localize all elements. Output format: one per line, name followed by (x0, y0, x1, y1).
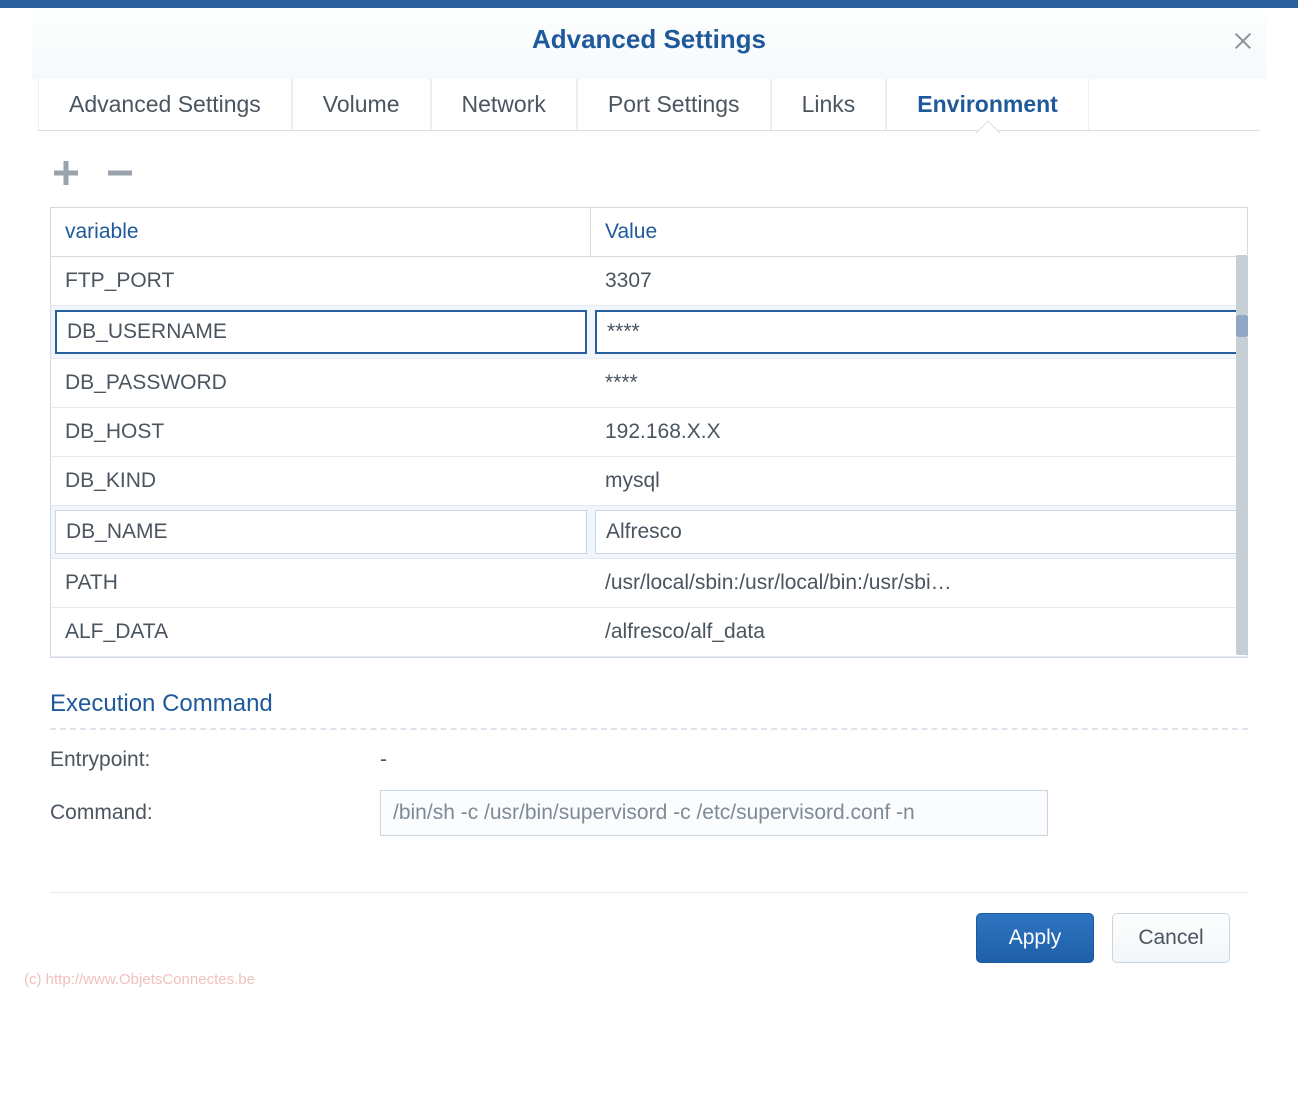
dialog-footer: Apply Cancel (32, 893, 1266, 963)
dialog-title: Advanced Settings (532, 24, 766, 54)
minus-icon (104, 157, 136, 189)
table-scrollbar[interactable] (1236, 255, 1248, 653)
cell-variable[interactable]: DB_HOST (51, 408, 591, 456)
cell-variable[interactable]: DB_PASSWORD (51, 359, 591, 407)
variable-input[interactable] (55, 310, 587, 354)
variable-input[interactable] (55, 510, 587, 554)
table-row[interactable]: DB_PASSWORD**** (51, 359, 1247, 408)
tab-volume[interactable]: Volume (292, 79, 431, 130)
apply-button[interactable]: Apply (976, 913, 1094, 963)
scrollbar-thumb[interactable] (1236, 315, 1248, 337)
close-icon (1232, 30, 1254, 52)
cell-variable[interactable]: ALF_DATA (51, 608, 591, 656)
close-button[interactable] (1232, 30, 1254, 57)
entrypoint-row: Entrypoint: - (50, 748, 1248, 772)
value-input[interactable] (595, 310, 1243, 354)
column-header-value[interactable]: Value (591, 208, 1247, 256)
cell-variable[interactable] (51, 306, 591, 358)
table-row[interactable]: ALF_DATA/alfresco/alf_data (51, 608, 1247, 657)
table-row[interactable]: DB_KINDmysql (51, 457, 1247, 506)
cell-value[interactable]: /usr/local/sbin:/usr/local/bin:/usr/sbi… (591, 559, 1247, 607)
window-top-border (0, 0, 1298, 8)
table-row[interactable] (51, 506, 1247, 559)
plus-icon (50, 157, 82, 189)
column-header-variable[interactable]: variable (51, 208, 591, 256)
tab-environment[interactable]: Environment (886, 79, 1089, 130)
cell-value[interactable]: mysql (591, 457, 1247, 505)
cell-variable[interactable] (51, 506, 591, 558)
entrypoint-label: Entrypoint: (50, 748, 380, 772)
watermark-text: (c) http://www.ObjetsConnectes.be (24, 971, 255, 988)
tab-links[interactable]: Links (771, 79, 887, 130)
command-row: Command: (50, 790, 1248, 836)
execution-command-heading: Execution Command (50, 690, 1248, 730)
entrypoint-value: - (380, 748, 387, 772)
cell-value[interactable]: 3307 (591, 257, 1247, 305)
value-input[interactable] (595, 510, 1243, 554)
command-label: Command: (50, 801, 380, 825)
cell-value[interactable] (591, 506, 1247, 558)
scrollbar-thumb[interactable] (1236, 337, 1248, 655)
tab-bar: Advanced SettingsVolumeNetworkPort Setti… (38, 79, 1260, 131)
cell-value[interactable]: /alfresco/alf_data (591, 608, 1247, 656)
table-body: FTP_PORT3307 DB_PASSWORD****DB_HOST192.16… (51, 257, 1247, 657)
advanced-settings-dialog: Advanced Settings Advanced SettingsVolum… (0, 8, 1298, 963)
cell-variable[interactable]: DB_KIND (51, 457, 591, 505)
table-row[interactable] (51, 306, 1247, 359)
cell-variable[interactable]: PATH (51, 559, 591, 607)
table-row[interactable]: FTP_PORT3307 (51, 257, 1247, 306)
cell-value[interactable]: 192.168.X.X (591, 408, 1247, 456)
dialog-header: Advanced Settings (32, 8, 1266, 79)
cell-variable[interactable]: FTP_PORT (51, 257, 591, 305)
env-variables-table: variable Value FTP_PORT3307 DB_PASSWORD**… (50, 207, 1248, 658)
command-input[interactable] (380, 790, 1048, 836)
table-header-row: variable Value (51, 208, 1247, 257)
cell-value[interactable] (591, 306, 1247, 358)
remove-button[interactable] (104, 157, 136, 189)
table-row[interactable]: DB_HOST192.168.X.X (51, 408, 1247, 457)
table-row[interactable]: PATH/usr/local/sbin:/usr/local/bin:/usr/… (51, 559, 1247, 608)
add-button[interactable] (50, 157, 82, 189)
scrollbar-thumb[interactable] (1236, 255, 1248, 315)
tab-advanced-settings[interactable]: Advanced Settings (38, 79, 292, 130)
tab-port-settings[interactable]: Port Settings (577, 79, 771, 130)
env-toolbar (32, 131, 1266, 207)
cancel-button[interactable]: Cancel (1112, 913, 1230, 963)
cell-value[interactable]: **** (591, 359, 1247, 407)
tab-network[interactable]: Network (431, 79, 577, 130)
